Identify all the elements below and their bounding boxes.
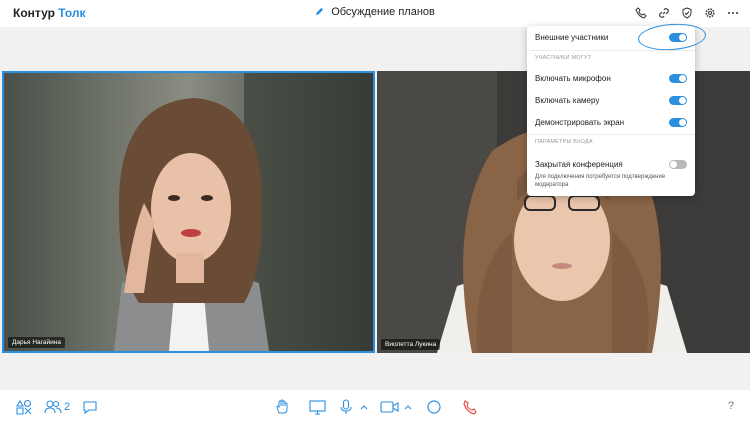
raise-hand-icon[interactable] [274, 399, 290, 415]
allow-camera-row[interactable]: Включать камеру [535, 96, 687, 105]
participants-button[interactable]: 2 [44, 399, 70, 415]
participant-video-1 [4, 73, 373, 351]
screen-share-icon[interactable] [309, 399, 326, 415]
closed-conference-row[interactable]: Закрытая конференция [535, 160, 687, 169]
allow-screen-label: Демонстрировать экран [535, 118, 625, 127]
closed-conference-toggle[interactable] [669, 160, 687, 169]
microphone-icon[interactable] [339, 399, 353, 415]
closed-conference-label: Закрытая конференция [535, 160, 623, 169]
external-participants-toggle[interactable] [669, 33, 687, 42]
bottom-toolbar: 2 ? [0, 390, 750, 423]
shield-icon[interactable] [679, 5, 694, 20]
gear-icon[interactable] [702, 5, 717, 20]
edit-tag-icon [316, 7, 324, 16]
camera-icon[interactable] [380, 399, 400, 415]
more-icon[interactable] [725, 5, 740, 20]
section-entry-params: ПАРАМЕТРЫ ВХОДА [535, 139, 593, 145]
users-icon [44, 400, 62, 414]
phone-icon[interactable] [633, 5, 648, 20]
link-icon[interactable] [656, 5, 671, 20]
divider [527, 50, 695, 51]
conference-title-text: Обсуждение планов [331, 6, 435, 18]
allow-camera-label: Включать камеру [535, 96, 600, 105]
camera-options-chevron-icon[interactable] [404, 399, 412, 415]
divider [527, 134, 695, 135]
hang-up-icon[interactable] [462, 399, 478, 415]
allow-screen-toggle[interactable] [669, 118, 687, 127]
participants-count: 2 [64, 401, 71, 413]
allow-mic-label: Включать микрофон [535, 74, 611, 83]
help-button[interactable]: ? [728, 400, 734, 412]
mic-options-chevron-icon[interactable] [360, 399, 368, 415]
external-participants-label: Внешние участники [535, 33, 609, 42]
access-settings-panel: Внешние участники УЧАСТНИКИ МОГУТ Включа… [527, 26, 695, 196]
record-icon[interactable] [426, 399, 442, 415]
chat-icon[interactable] [82, 399, 98, 415]
allow-screen-row[interactable]: Демонстрировать экран [535, 118, 687, 127]
allow-mic-toggle[interactable] [669, 74, 687, 83]
closed-conference-note: Для подключения потребуется подтверждени… [535, 174, 666, 188]
allow-camera-toggle[interactable] [669, 96, 687, 105]
participant-name-2: Виолетта Лукина [381, 339, 441, 350]
external-participants-row[interactable]: Внешние участники [535, 33, 687, 42]
participant-name-1: Дарья Нагайина [8, 337, 65, 348]
allow-mic-row[interactable]: Включать микрофон [535, 74, 687, 83]
video-tile-1[interactable]: Дарья Нагайина [2, 71, 375, 353]
section-participants-can: УЧАСТНИКИ МОГУТ [535, 55, 592, 61]
top-bar: Контур Толк Обсуждение планов [0, 0, 750, 27]
apps-icon[interactable] [16, 399, 32, 415]
